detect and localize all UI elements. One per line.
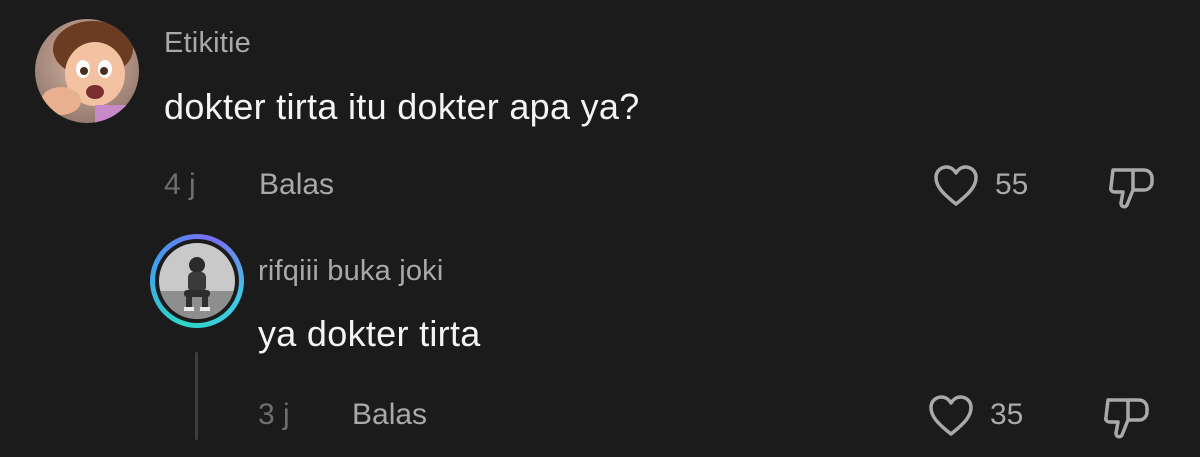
comment-timestamp: 4 j xyxy=(164,168,196,201)
comment-username[interactable]: Etikitie xyxy=(164,27,251,60)
thread-line xyxy=(195,352,198,440)
avatar-ring-gap xyxy=(155,239,239,323)
avatar-story-ring[interactable] xyxy=(150,234,244,328)
reply-text: ya dokter tirta xyxy=(258,313,481,354)
comments-panel: Etikitie dokter tirta itu dokter apa ya?… xyxy=(0,0,1200,457)
avatar[interactable] xyxy=(159,243,235,319)
reply-username[interactable]: rifqiii buka joki xyxy=(258,255,444,288)
reply-button[interactable]: Balas xyxy=(259,168,334,202)
reply-timestamp: 3 j xyxy=(258,398,290,431)
comment-text: dokter tirta itu dokter apa ya? xyxy=(164,86,640,127)
like-count: 35 xyxy=(990,398,1024,431)
thumbs-down-icon[interactable] xyxy=(1102,394,1150,447)
thumbs-down-icon[interactable] xyxy=(1107,164,1155,217)
reply-button[interactable]: Balas xyxy=(352,398,427,432)
avatar[interactable] xyxy=(35,19,139,123)
heart-icon[interactable] xyxy=(933,164,979,213)
like-count: 55 xyxy=(995,168,1029,201)
heart-icon[interactable] xyxy=(928,394,974,443)
